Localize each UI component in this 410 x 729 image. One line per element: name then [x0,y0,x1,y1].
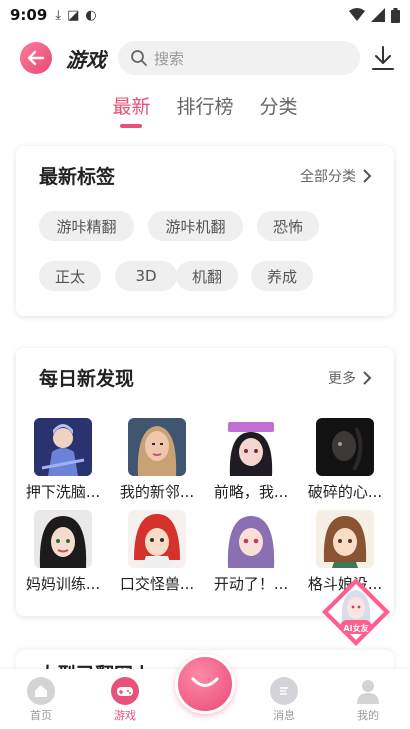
next-section-title: 大型已翻网上 [38,660,152,669]
download-notification-icon: ⤓ [55,7,62,23]
tab-category[interactable]: 分类 [260,92,298,128]
game-item[interactable]: 开动了！... [208,510,294,594]
game-thumbnail [222,510,280,568]
tab-latest[interactable]: 最新 [112,92,150,128]
game-name: 口交怪兽... [119,575,195,593]
tag-item[interactable]: 3D [115,261,177,291]
maid-girl-image [222,418,280,476]
nav-profile-label: 我的 [357,709,379,722]
status-time: 9:09 [10,6,48,24]
more-label: 更多 [328,371,356,387]
header: 游戏 搜索 [0,30,410,86]
blonde-girl-image [128,418,186,476]
all-categories-link[interactable]: 全部分类 [300,166,372,186]
game-name: 妈妈训练... [25,575,101,593]
game-thumbnail [128,418,186,476]
arrow-left-icon [27,50,45,66]
chevron-right-icon [363,169,372,183]
home-icon [27,677,55,705]
ai-girlfriend-icon [322,578,390,646]
search-input[interactable]: 搜索 [118,41,360,75]
ai-girlfriend-badge[interactable]: AI女友 [320,576,392,648]
nav-messages-label: 消息 [273,709,295,722]
game-item[interactable]: 我的新邻... [114,418,200,502]
nav-messages[interactable]: 消息 [254,677,314,723]
nav-home-label: 首页 [30,709,52,722]
game-name: 前略，我... [213,483,289,501]
tab-ranking[interactable]: 排行榜 [176,92,233,128]
tag-item[interactable]: 机翻 [176,261,238,291]
armor-girl-image [34,418,92,476]
game-thumbnail [316,418,374,476]
more-link[interactable]: 更多 [328,368,372,388]
battery-icon [391,7,400,23]
game-thumbnail [34,510,92,568]
nav-games-label: 游戏 [114,709,136,722]
tag-item[interactable]: 游咔机翻 [148,211,243,241]
dark-figure-image [316,418,374,476]
search-placeholder: 搜索 [154,49,185,68]
download-button[interactable] [368,43,398,73]
search-icon [131,50,147,66]
game-item[interactable]: 前略，我... [208,418,294,502]
ai-badge-label: AI女友 [343,624,369,633]
purple-hair-girl-image [222,510,280,568]
tag-item[interactable]: 游咔精翻 [39,211,134,241]
tag-item[interactable]: 养成 [251,261,313,291]
tag-item[interactable]: 正太 [39,261,101,291]
latest-tags-title: 最新标签 [39,166,116,188]
download-icon [372,46,394,70]
game-thumbnail [128,510,186,568]
game-thumbnail [316,510,374,568]
game-name: 破碎的心... [307,483,383,501]
game-item[interactable]: 妈妈训练... [20,510,106,594]
game-name: 押下洗脑... [25,483,101,501]
person-icon [354,677,382,705]
status-bar: 9:09 ⤓ ◪ ◐ [0,0,410,30]
all-categories-label: 全部分类 [300,169,356,185]
app-notification-icon: ◪ [67,7,80,23]
daily-discovery-title: 每日新发现 [39,368,135,390]
page-logo: 游戏 [66,47,106,72]
tag-item[interactable]: 恐怖 [257,211,319,241]
smile-icon [191,677,219,687]
game-thumbnail [222,418,280,476]
nav-home[interactable]: 首页 [11,677,71,723]
wifi-icon [349,8,365,21]
game-item[interactable]: 押下洗脑... [20,418,106,502]
nav-profile[interactable]: 我的 [338,677,398,723]
game-name: 开动了！... [213,575,289,593]
game-item[interactable]: 口交怪兽... [114,510,200,594]
dark-hair-woman-image [34,510,92,568]
signal-icon [371,8,385,22]
game-thumbnail [34,418,92,476]
center-action-button[interactable] [175,654,235,714]
message-icon [270,677,298,705]
status-right [349,7,400,23]
latest-tags-card: 最新标签 全部分类 游咔精翻 游咔机翻 恐怖 正太 3D 机翻 养成 [16,146,394,316]
game-name: 我的新邻... [119,483,195,501]
chevron-right-icon [363,371,372,385]
tab-bar: 最新 排行榜 分类 [0,86,410,136]
back-button[interactable] [20,42,52,74]
game-item[interactable]: 破碎的心... [302,418,388,502]
red-hair-girl-image [128,510,186,568]
nav-games[interactable]: 游戏 [95,677,155,723]
gamepad-icon [111,677,139,705]
sync-notification-icon: ◐ [85,7,97,23]
brown-hair-girl-image [316,510,374,568]
